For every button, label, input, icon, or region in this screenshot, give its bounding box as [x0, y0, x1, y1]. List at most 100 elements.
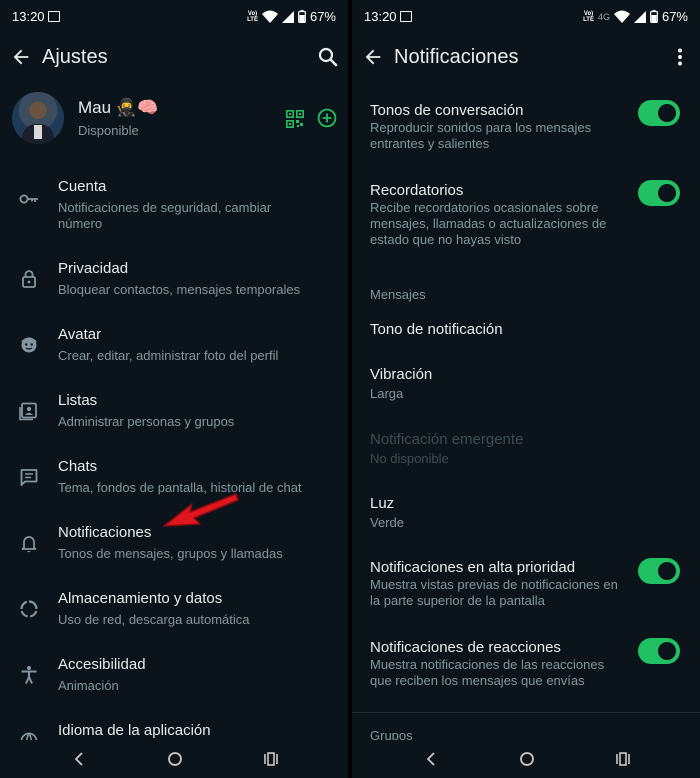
avatar-shirt [34, 125, 42, 139]
setting-title: Tono de notificación [370, 321, 503, 338]
nav-home-icon[interactable] [166, 750, 184, 768]
profile-row[interactable]: Mau 🥷🧠 Disponible [0, 88, 348, 152]
system-nav-bar [0, 740, 348, 778]
status-indicators: Vo) LTE 4G 67% [583, 9, 688, 24]
wifi-icon [261, 10, 278, 23]
setting-title: Notificaciones en alta prioridad [370, 559, 576, 576]
volte-label: Vo) [583, 10, 594, 17]
toggle-switch[interactable] [638, 638, 680, 664]
settings-item-description: Crear, editar, administrar foto del perf… [58, 348, 279, 363]
status-time: 13:20 [12, 9, 45, 24]
setting-title: Notificaciones de reacciones [370, 639, 561, 656]
bell-icon [21, 536, 37, 553]
setting-reacciones[interactable]: Notificaciones de reacciones Muestra not… [352, 636, 700, 696]
settings-item-description: Bloquear contactos, mensajes temporales [58, 282, 301, 297]
settings-item-description: Notificaciones de seguridad, cambiar núm… [58, 200, 272, 231]
toggle-knob [658, 104, 676, 122]
lte-label: LTE [583, 16, 594, 23]
lock-icon [22, 270, 36, 288]
setting-title: Notificación emergente [370, 431, 524, 448]
gallery-notification-icon [48, 11, 60, 22]
profile-avatar[interactable] [12, 92, 64, 144]
settings-item-label: Almacenamiento y datos [58, 590, 223, 607]
status-indicators: Vo) LTE 67% [247, 9, 336, 24]
setting-vibracion[interactable]: Vibración Larga [352, 362, 700, 406]
setting-description: Recibe recordatorios ocasionales sobre m… [370, 200, 607, 247]
nav-recents-icon[interactable] [262, 750, 280, 768]
settings-item-label: Notificaciones [58, 524, 152, 541]
settings-item-accesibilidad[interactable]: Accesibilidad Animación [0, 648, 348, 708]
cell-signal-icon [281, 10, 294, 23]
setting-description: Reproducir sonidos para los mensajes ent… [370, 120, 592, 151]
profile-status: Disponible [78, 123, 139, 138]
network-type: 4G [597, 11, 610, 22]
volte-indicator: Vo) LTE [247, 11, 258, 23]
lte-label: LTE [247, 16, 258, 23]
page-title: Notificaciones [394, 46, 519, 68]
red-pointer-arrow [163, 493, 239, 527]
system-nav-bar [352, 740, 700, 778]
back-arrow-icon[interactable] [362, 46, 384, 68]
contact-list-icon [19, 402, 37, 421]
settings-item-cuenta[interactable]: Cuenta Notificaciones de seguridad, camb… [0, 170, 348, 242]
settings-app-bar: Ajustes [0, 36, 348, 80]
status-bar: 13:20 Vo) LTE 67% [0, 0, 348, 34]
status-bar: 13:20 Vo) LTE 4G 67% [352, 0, 700, 34]
nav-back-icon[interactable] [70, 750, 88, 768]
settings-item-description: Uso de red, descarga automática [58, 612, 250, 627]
notifications-screen: 13:20 Vo) LTE 4G 67% Notificaciones Tono… [352, 0, 700, 778]
setting-value: Verde [370, 515, 404, 530]
page-title: Ajustes [42, 46, 108, 68]
notifications-app-bar: Notificaciones [352, 36, 700, 80]
search-icon[interactable] [316, 45, 340, 69]
settings-item-listas[interactable]: Listas Administrar personas y grupos [0, 384, 348, 444]
volte-indicator: Vo) LTE [583, 11, 594, 23]
setting-recordatorios[interactable]: Recordatorios Recibe recordatorios ocasi… [352, 178, 700, 256]
setting-tonos-conversacion[interactable]: Tonos de conversación Reproducir sonidos… [352, 98, 700, 160]
toggle-switch[interactable] [638, 100, 680, 126]
toggle-knob [658, 184, 676, 202]
toggle-knob [658, 562, 676, 580]
setting-title: Recordatorios [370, 182, 464, 199]
toggle-knob [658, 642, 676, 660]
toggle-switch[interactable] [638, 180, 680, 206]
setting-tono-notificacion[interactable]: Tono de notificación [352, 312, 700, 348]
settings-item-description: Tonos de mensajes, grupos y llamadas [58, 546, 283, 561]
add-circle-icon[interactable] [317, 108, 337, 128]
nav-recents-icon[interactable] [614, 750, 632, 768]
battery-icon [298, 10, 306, 23]
setting-notificacion-emergente: Notificación emergente No disponible [352, 428, 700, 472]
nav-back-icon[interactable] [422, 750, 440, 768]
settings-item-label: Cuenta [58, 178, 107, 195]
setting-value: Larga [370, 386, 404, 401]
setting-description: Muestra vistas previas de notificaciones… [370, 577, 618, 608]
setting-luz[interactable]: Luz Verde [352, 492, 700, 536]
profile-name: Mau 🥷🧠 [78, 98, 159, 117]
settings-screen: 13:20 Vo) LTE 67% Ajustes Mau 🥷🧠 Disponi… [0, 0, 348, 778]
key-icon [19, 194, 38, 204]
settings-item-label: Idioma de la aplicación [58, 722, 211, 739]
settings-item-label: Privacidad [58, 260, 129, 277]
chat-icon [20, 469, 38, 486]
storage-icon [20, 600, 38, 618]
setting-description: Muestra notificaciones de las reacciones… [370, 657, 605, 688]
setting-title: Vibración [370, 366, 433, 383]
setting-value: No disponible [370, 451, 449, 466]
section-divider [352, 712, 700, 713]
settings-item-label: Avatar [58, 326, 102, 343]
volte-label: Vo) [247, 10, 258, 17]
toggle-switch[interactable] [638, 558, 680, 584]
settings-item-privacidad[interactable]: Privacidad Bloquear contactos, mensajes … [0, 252, 348, 312]
qr-code-icon[interactable] [286, 110, 304, 128]
settings-item-almacenamiento[interactable]: Almacenamiento y datos Uso de red, desca… [0, 582, 348, 642]
settings-item-label: Chats [58, 458, 98, 475]
back-arrow-icon[interactable] [10, 46, 32, 68]
setting-title: Tonos de conversación [370, 102, 524, 119]
nav-home-icon[interactable] [518, 750, 536, 768]
setting-alta-prioridad[interactable]: Notificaciones en alta prioridad Muestra… [352, 556, 700, 616]
status-time: 13:20 [364, 9, 397, 24]
settings-item-label: Accesibilidad [58, 656, 146, 673]
settings-item-avatar[interactable]: Avatar Crear, editar, administrar foto d… [0, 318, 348, 378]
battery-percentage: 67% [661, 9, 688, 24]
more-options-icon[interactable] [668, 45, 692, 69]
